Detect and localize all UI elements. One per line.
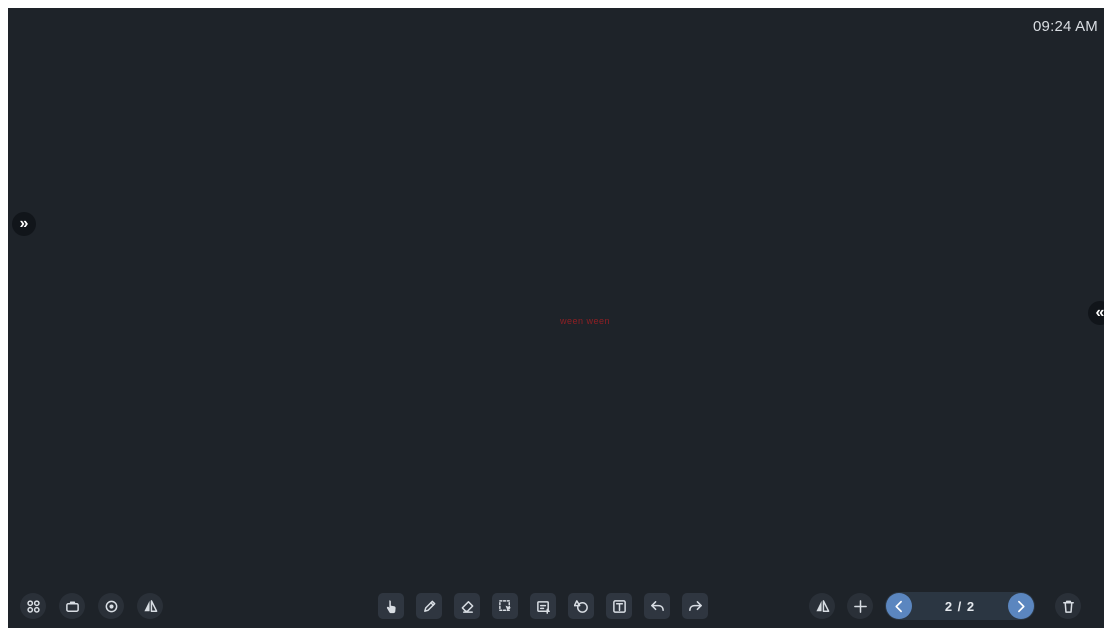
right-panel-expand-button[interactable]: «	[1088, 301, 1104, 325]
delete-page-button[interactable]	[1055, 593, 1081, 619]
text-icon	[612, 599, 626, 613]
shape-tool-button[interactable]	[568, 593, 594, 619]
apps-button[interactable]	[20, 593, 46, 619]
add-page-icon	[853, 599, 867, 613]
pen-tool-button[interactable]	[416, 593, 442, 619]
left-panel-expand-button[interactable]: »	[12, 212, 36, 236]
redo-icon	[688, 600, 702, 611]
eraser-icon	[461, 600, 473, 613]
toolbox-button[interactable]	[59, 593, 85, 619]
mirror-icon	[143, 599, 157, 612]
status-clock: 09:24 AM	[1033, 18, 1098, 35]
browser-button[interactable]	[98, 593, 124, 619]
mirror-icon	[815, 599, 829, 612]
mirror-button[interactable]	[137, 593, 163, 619]
selection-icon	[498, 599, 511, 611]
redo-button[interactable]	[682, 593, 708, 619]
insert-tool-button[interactable]	[530, 593, 556, 619]
double-chevron-left-icon: «	[1095, 304, 1104, 321]
trash-icon	[1062, 600, 1074, 613]
hand-tool-button[interactable]	[378, 593, 404, 619]
chevron-right-icon	[1018, 600, 1026, 612]
next-page-button[interactable]	[1007, 593, 1034, 619]
left-toolbar	[20, 593, 163, 619]
previous-page-button[interactable]	[886, 593, 912, 619]
text-tool-button[interactable]	[606, 593, 632, 619]
double-chevron-right-icon: »	[19, 215, 29, 232]
chevron-left-icon	[894, 600, 902, 612]
selection-tool-button[interactable]	[492, 593, 518, 619]
hand-pointer-icon	[386, 599, 396, 613]
undo-button[interactable]	[644, 593, 670, 619]
whiteboard-screen[interactable]: 09:24 AM ween ween » « 2 / 2	[8, 8, 1104, 628]
toolbox-icon	[65, 601, 79, 612]
mirror-view-button[interactable]	[809, 593, 835, 619]
add-page-button[interactable]	[847, 593, 873, 619]
browser-icon	[105, 600, 117, 612]
right-toolbar: 2 / 2	[809, 592, 1081, 620]
main-toolbar	[378, 593, 708, 619]
shape-icon	[573, 599, 588, 613]
insert-icon	[536, 600, 550, 614]
eraser-tool-button[interactable]	[454, 593, 480, 619]
canvas-text: ween ween	[560, 316, 611, 326]
page-navigator: 2 / 2	[885, 592, 1035, 620]
apps-grid-icon	[26, 599, 40, 613]
page-indicator: 2 / 2	[944, 598, 976, 614]
pen-icon	[423, 600, 435, 612]
undo-icon	[650, 600, 664, 611]
